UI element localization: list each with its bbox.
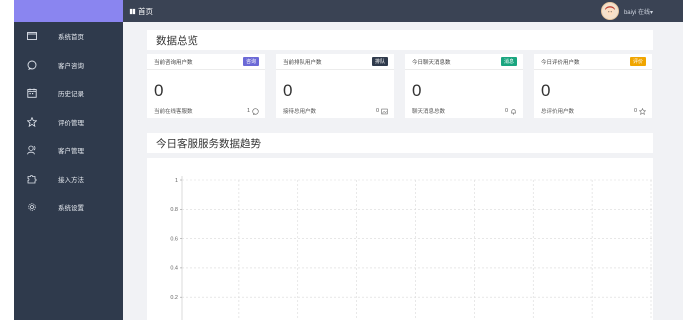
user-status-dropdown[interactable]: baiyi 在线▾: [624, 7, 653, 16]
card-label: 今日评价用户数: [541, 59, 580, 66]
sidebar-item-label: 客户管理: [58, 148, 84, 156]
overview-title: 数据总览: [147, 30, 653, 50]
puzzle-icon: [14, 174, 50, 184]
sidebar-logo: [14, 0, 123, 22]
y-tick-label: 0.4: [170, 266, 178, 272]
card-footer-label: 总评价用户数: [541, 109, 575, 115]
trend-chart-svg: 1 0.8 0.6 0.4 0.2: [170, 176, 653, 320]
breadcrumb[interactable]: 首页: [129, 6, 153, 17]
y-tick-label: 0.8: [170, 207, 178, 213]
window-left-margin: [0, 0, 14, 320]
sidebar-item-integration[interactable]: 接入方法: [14, 165, 123, 194]
star-icon: [639, 107, 646, 115]
status-badge: 消息: [500, 57, 517, 66]
status-badge: 排队: [371, 57, 388, 66]
card-footer-value: 1: [246, 108, 250, 114]
y-tick-label: 1: [175, 178, 178, 184]
sidebar-item-label: 系统设置: [58, 205, 84, 213]
sidebar-item-label: 接入方法: [58, 176, 84, 184]
window-right-margin: [683, 0, 689, 320]
card-footer-label: 接待总用户数: [283, 109, 317, 115]
status-badge: 咨询: [242, 57, 259, 66]
star-icon: [14, 116, 50, 127]
sidebar-item-label: 系统首页: [58, 34, 84, 42]
chat-bubble-icon: [252, 107, 259, 115]
stat-card-reviews: 今日评价用户数 评价 0 总评价用户数 0: [534, 54, 652, 118]
status-badge: 评价: [629, 57, 646, 66]
sidebar-item-consult[interactable]: 客户咨询: [14, 51, 123, 80]
avatar[interactable]: [600, 2, 619, 20]
trend-title: 今日客服服务数据趋势: [147, 133, 653, 153]
bell-icon: [511, 108, 516, 115]
y-tick-label: 0.6: [170, 236, 178, 242]
y-tick-label: 0.2: [170, 295, 178, 301]
sidebar-item-label: 评价管理: [58, 119, 84, 127]
sidebar-item-customers[interactable]: 客户管理: [14, 136, 123, 165]
sidebar-item-reviews[interactable]: 评价管理: [14, 108, 123, 137]
card-footer-label: 聊天消息总数: [412, 109, 446, 115]
card-footer-value: 0: [633, 108, 637, 114]
card-value: 0: [154, 81, 164, 100]
book-icon: [129, 8, 136, 14]
user-menu[interactable]: baiyi 在线▾: [600, 2, 653, 20]
card-footer-value: 0: [375, 108, 379, 114]
main-content: 数据总览 当前咨询用户数 咨询 0 当前在线客服数 1 当前排队用户数 排队 0…: [123, 22, 683, 320]
card-value: 0: [541, 81, 551, 100]
card-value: 0: [283, 81, 293, 100]
card-footer-label: 当前在线客服数: [154, 109, 193, 115]
breadcrumb-home[interactable]: 首页: [138, 6, 153, 17]
card-footer-value: 0: [504, 108, 508, 114]
gear-icon: [14, 202, 50, 212]
users-icon: [14, 145, 50, 155]
sidebar-item-home[interactable]: 系统首页: [14, 22, 123, 51]
card-label: 当前排队用户数: [283, 59, 322, 66]
stat-card-consulting: 当前咨询用户数 咨询 0 当前在线客服数 1: [147, 54, 265, 118]
image-icon: [381, 108, 388, 114]
sidebar: 系统首页 客户咨询 历史记录 评价管理 客户管理 接入方法 系统设置: [14, 0, 123, 320]
monitor-icon: [14, 31, 50, 41]
card-label: 今日聊天消息数: [412, 59, 451, 66]
card-value: 0: [412, 81, 422, 100]
stat-card-queue: 当前排队用户数 排队 0 接待总用户数 0: [276, 54, 394, 118]
stat-card-messages: 今日聊天消息数 消息 0 聊天消息总数 0: [405, 54, 523, 118]
sidebar-item-label: 历史记录: [58, 91, 84, 99]
card-label: 当前咨询用户数: [154, 59, 193, 66]
calendar-icon: [14, 88, 50, 99]
chat-bubble-icon: [14, 60, 50, 70]
sidebar-item-label: 客户咨询: [58, 62, 84, 70]
top-navbar: 首页 baiyi 在线▾: [123, 0, 683, 22]
sidebar-item-history[interactable]: 历史记录: [14, 79, 123, 108]
trend-chart: 1 0.8 0.6 0.4 0.2: [147, 158, 653, 320]
sidebar-item-settings[interactable]: 系统设置: [14, 193, 123, 222]
